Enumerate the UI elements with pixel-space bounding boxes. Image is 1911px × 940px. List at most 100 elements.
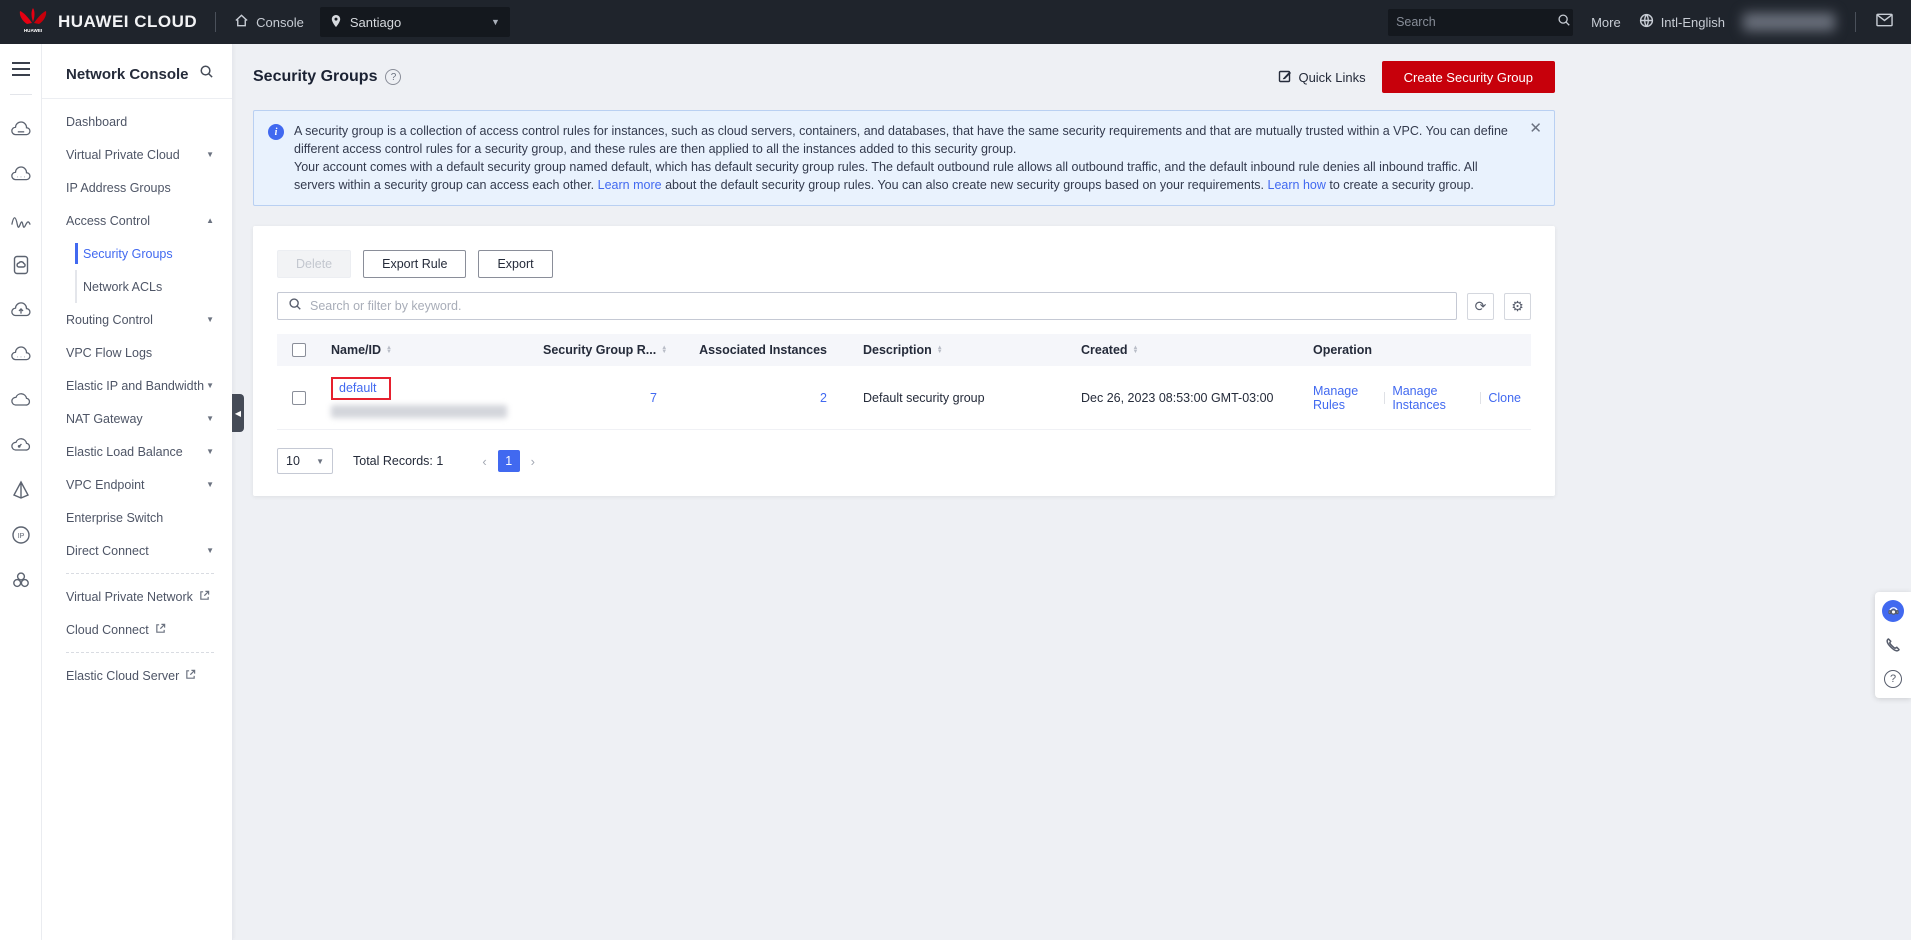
operation-divider [1480, 392, 1481, 404]
sidebar-collapse-handle[interactable]: ◀ [232, 394, 244, 432]
ip-address-icon[interactable]: IP [0, 512, 42, 557]
select-all-checkbox[interactable] [292, 343, 306, 357]
next-page-button[interactable]: › [528, 454, 538, 469]
sidebar-item-elastic-cloud-server[interactable]: Elastic Cloud Server [42, 659, 232, 692]
row-checkbox[interactable] [292, 391, 306, 405]
banner-close-icon[interactable]: ✕ [1529, 119, 1542, 137]
sidebar-item-virtual-private-network[interactable]: Virtual Private Network [42, 580, 232, 613]
nav-search-icon[interactable] [199, 64, 214, 84]
sort-icon[interactable]: ▲▼ [661, 346, 667, 354]
sidebar-item-vpc-flow-logs[interactable]: VPC Flow Logs [42, 336, 232, 369]
chevron-down-icon: ▼ [206, 414, 214, 423]
rules-count-link[interactable]: 7 [650, 391, 657, 405]
cloud-server-icon[interactable] [0, 107, 42, 152]
column-header-created[interactable]: Created▲▼ [1071, 343, 1303, 357]
page-title: Security Groups [253, 68, 377, 86]
nav-divider [42, 98, 232, 99]
current-page-button[interactable]: 1 [498, 450, 520, 472]
sort-icon[interactable]: ▲▼ [386, 346, 392, 354]
export-button[interactable]: Export [478, 250, 552, 278]
export-rule-button[interactable]: Export Rule [363, 250, 466, 278]
brand[interactable]: HUAWEI HUAWEI CLOUD [18, 7, 197, 38]
search-icon[interactable] [1557, 13, 1571, 32]
sidebar-item-cloud-connect[interactable]: Cloud Connect [42, 613, 232, 646]
page-size-select[interactable]: 10 ▼ [277, 448, 333, 474]
nav-title: Network Console [66, 66, 189, 83]
settings-gear-button[interactable]: ⚙ [1504, 293, 1531, 320]
column-header-description[interactable]: Description▲▼ [853, 343, 1071, 357]
cloud-dots-icon[interactable] [0, 332, 42, 377]
sidebar-item-vpc-endpoint[interactable]: VPC Endpoint▼ [42, 468, 232, 501]
help-icon[interactable]: ? [385, 69, 401, 85]
sidebar-item-security-groups[interactable]: Security Groups [42, 237, 232, 270]
icon-rail: IP [0, 44, 42, 940]
globe-icon [1639, 13, 1654, 31]
create-security-group-button[interactable]: Create Security Group [1382, 61, 1555, 93]
account-name-redacted[interactable] [1743, 13, 1835, 31]
security-group-name-link[interactable]: default [339, 381, 377, 395]
cloud-ellipsis-icon[interactable] [0, 152, 42, 197]
chevron-down-icon: ▼ [206, 150, 214, 159]
cloud-upload-icon[interactable] [0, 287, 42, 332]
security-groups-card: Delete Export Rule Export ⟳ ⚙ [253, 226, 1555, 496]
sidebar-item-access-control[interactable]: Access Control▲ [42, 204, 232, 237]
global-search-input[interactable] [1396, 15, 1557, 29]
region-caret-icon: ▼ [491, 17, 500, 27]
sidebar-item-dashboard[interactable]: Dashboard [42, 105, 232, 138]
topbar-divider [1855, 12, 1856, 32]
manage-instances-link[interactable]: Manage Instances [1392, 384, 1471, 412]
sidebar-item-elastic-load-balance[interactable]: Elastic Load Balance▼ [42, 435, 232, 468]
column-header-associated-instances: Associated Instances [683, 343, 853, 357]
help-question-icon[interactable]: ? [1882, 668, 1904, 690]
learn-more-link[interactable]: Learn more [598, 178, 662, 192]
banner-text: A security group is a collection of acce… [294, 122, 1518, 194]
delete-button[interactable]: Delete [277, 250, 351, 278]
sidebar-item-ip-address-groups[interactable]: IP Address Groups [42, 171, 232, 204]
total-records: Total Records: 1 [353, 454, 443, 468]
table-filter[interactable] [277, 292, 1457, 320]
learn-how-link[interactable]: Learn how [1268, 178, 1326, 192]
instances-count-link[interactable]: 2 [820, 391, 827, 405]
support-agent-icon[interactable] [1882, 600, 1904, 622]
quick-links-button[interactable]: Quick Links [1278, 69, 1365, 86]
banner-paragraph-1: A security group is a collection of acce… [294, 122, 1518, 158]
messages-icon[interactable] [1876, 13, 1893, 32]
cloud-icon[interactable] [0, 377, 42, 422]
help-float-widget: ? [1875, 592, 1911, 698]
quick-links-icon [1278, 69, 1292, 86]
sort-icon[interactable]: ▲▼ [1133, 346, 1139, 354]
column-header-operation: Operation [1303, 343, 1531, 357]
chevron-down-icon: ▼ [206, 480, 214, 489]
sidebar-item-enterprise-switch[interactable]: Enterprise Switch [42, 501, 232, 534]
manage-rules-link[interactable]: Manage Rules [1313, 384, 1376, 412]
more-menu[interactable]: More [1591, 15, 1621, 30]
cluster-icon[interactable] [0, 557, 42, 602]
sidebar-item-virtual-private-cloud[interactable]: Virtual Private Cloud▼ [42, 138, 232, 171]
global-search[interactable] [1388, 9, 1573, 36]
hamburger-menu-icon[interactable] [12, 58, 30, 80]
prev-page-button[interactable]: ‹ [479, 454, 489, 469]
sidebar-item-elastic-ip-bandwidth[interactable]: Elastic IP and Bandwidth▼ [42, 369, 232, 402]
clone-link[interactable]: Clone [1488, 391, 1521, 405]
table-header-row: Name/ID▲▼ Security Group R...▲▼ Associat… [277, 334, 1531, 366]
phone-icon[interactable] [1882, 634, 1904, 656]
region-selector[interactable]: Santiago ▼ [320, 7, 510, 37]
cloud-gauge-icon[interactable] [0, 422, 42, 467]
sidebar-item-network-acls[interactable]: Network ACLs [42, 270, 232, 303]
nat-gateway-icon[interactable] [0, 467, 42, 512]
device-cloud-icon[interactable] [0, 242, 42, 287]
waves-icon[interactable] [0, 197, 42, 242]
column-header-security-group-rules[interactable]: Security Group R...▲▼ [533, 343, 683, 357]
column-header-name-id[interactable]: Name/ID▲▼ [321, 343, 533, 357]
sidebar-item-nat-gateway[interactable]: NAT Gateway▼ [42, 402, 232, 435]
sidebar-item-direct-connect[interactable]: Direct Connect▼ [42, 534, 232, 567]
language-selector[interactable]: Intl-English [1639, 13, 1725, 31]
sort-icon[interactable]: ▲▼ [937, 346, 943, 354]
banner-paragraph-2: Your account comes with a default securi… [294, 158, 1518, 194]
console-home-link[interactable]: Console [234, 13, 304, 31]
security-group-id-redacted [331, 405, 507, 418]
refresh-button[interactable]: ⟳ [1467, 293, 1494, 320]
table-filter-input[interactable] [310, 299, 1446, 313]
sidebar-item-routing-control[interactable]: Routing Control▼ [42, 303, 232, 336]
pagination: 10 ▼ Total Records: 1 ‹ 1 › [277, 448, 1531, 474]
